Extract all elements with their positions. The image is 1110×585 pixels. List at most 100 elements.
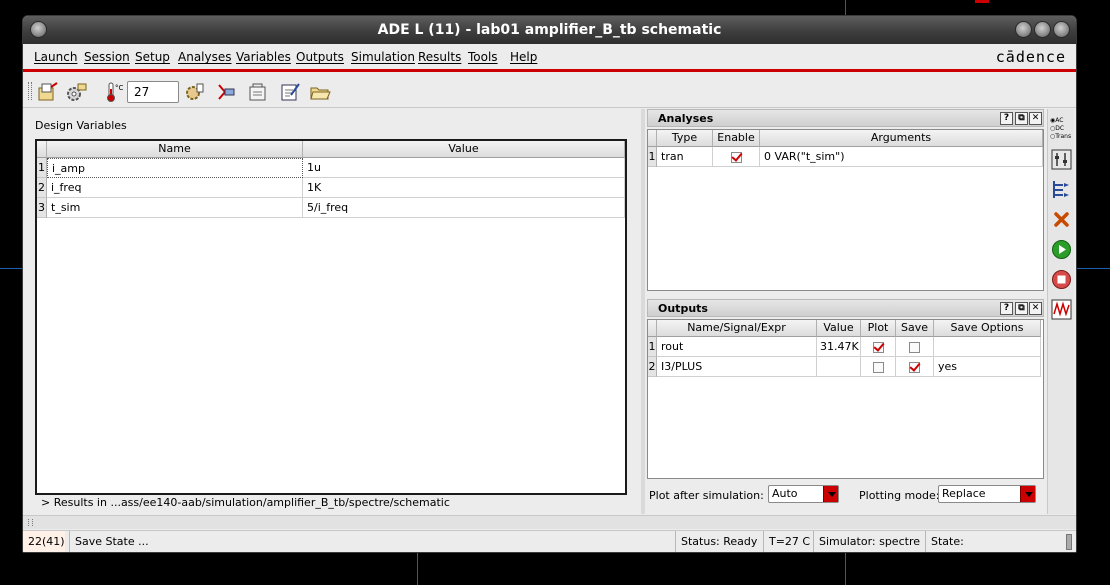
plot-after-simulation-value: Auto [772, 487, 798, 500]
analyses-title: Analyses [658, 112, 714, 125]
design-variables-pane: Design Variables Name Value 1 i_amp 1u 2… [27, 109, 641, 514]
close-panel-icon[interactable]: ✕ [1029, 302, 1042, 315]
output-value-cell[interactable]: 31.47K [817, 337, 861, 357]
probe-icon[interactable] [216, 81, 238, 103]
variable-name-cell[interactable]: t_sim [47, 198, 303, 218]
toolbar-grip[interactable] [28, 82, 32, 100]
menu-outputs[interactable]: Outputs [296, 50, 344, 64]
plotting-mode-select[interactable]: Replace [938, 485, 1036, 503]
menu-session[interactable]: Session [84, 50, 130, 64]
scrollbar-grip[interactable] [28, 519, 33, 526]
save-checkbox[interactable] [909, 341, 920, 353]
column-header-enable[interactable]: Enable [713, 130, 760, 147]
netlist-icon[interactable] [247, 81, 269, 103]
analysis-enable-cell[interactable] [713, 147, 760, 167]
analyses-header: Analyses ? ⧉ ✕ [647, 109, 1044, 127]
maximize-button[interactable] [1034, 21, 1051, 38]
design-variables-table: Name Value 1 i_amp 1u 2 i_freq 1K 3 t_si… [35, 139, 627, 495]
output-plot-cell[interactable] [861, 357, 896, 377]
window-title: ADE L (11) - lab01 amplifier_B_tb schema… [377, 22, 722, 38]
horizontal-scrollbar[interactable] [23, 515, 1076, 529]
stop-simulation-icon[interactable] [1051, 269, 1072, 290]
plot-after-simulation-select[interactable]: Auto [768, 485, 839, 503]
help-icon[interactable]: ? [1000, 112, 1013, 125]
schematic-wire [845, 0, 846, 15]
outputs-header: Outputs ? ⧉ ✕ [647, 299, 1044, 317]
launch-icon[interactable] [37, 81, 59, 103]
column-header-type[interactable]: Type [657, 130, 713, 147]
menu-analyses[interactable]: Analyses [178, 50, 232, 64]
minimize-button[interactable] [1015, 21, 1032, 38]
column-header-name[interactable]: Name [47, 141, 303, 158]
column-header-save-options[interactable]: Save Options [934, 320, 1041, 337]
output-save-cell[interactable] [896, 337, 934, 357]
setup-outputs-icon[interactable] [1051, 179, 1072, 200]
schematic-wire [417, 553, 418, 585]
resize-grip[interactable] [1066, 534, 1072, 550]
help-icon[interactable]: ? [1000, 302, 1013, 315]
menu-setup[interactable]: Setup [135, 50, 170, 64]
schematic-wire [1077, 268, 1110, 269]
column-header-value[interactable]: Value [303, 141, 625, 158]
variable-value-cell[interactable]: 1u [303, 158, 625, 178]
enable-checkbox[interactable] [730, 151, 742, 163]
status-message: Save State ... [69, 531, 669, 552]
plot-waveform-icon[interactable] [1051, 299, 1072, 320]
row-number: 1 [648, 147, 657, 167]
output-save-options-cell[interactable]: yes [934, 357, 1041, 377]
outputs-table: Name/Signal/Expr Value Plot Save Save Op… [647, 319, 1044, 479]
window-menu-button[interactable] [30, 21, 47, 38]
output-save-options-cell[interactable] [934, 337, 1041, 357]
menu-launch[interactable]: Launch [34, 50, 77, 64]
row-number: 3 [37, 198, 47, 218]
design-variables-label: Design Variables [35, 119, 127, 132]
menu-tools[interactable]: Tools [468, 50, 498, 64]
output-name-cell[interactable]: I3/PLUS [657, 357, 817, 377]
column-header-value[interactable]: Value [817, 320, 861, 337]
column-header-name-signal-expr[interactable]: Name/Signal/Expr [657, 320, 817, 337]
run-simulation-icon[interactable] [1051, 239, 1072, 260]
close-panel-icon[interactable]: ✕ [1029, 112, 1042, 125]
output-save-cell[interactable] [896, 357, 934, 377]
plotting-mode-label: Plotting mode: [859, 489, 940, 502]
schematic-marker [975, 0, 989, 3]
delete-icon[interactable] [1051, 209, 1072, 230]
float-panel-icon[interactable]: ⧉ [1015, 112, 1028, 125]
column-header-arguments[interactable]: Arguments [760, 130, 1043, 147]
analysis-arguments-cell[interactable]: 0 VAR("t_sim") [760, 147, 1043, 167]
variable-name-cell[interactable]: i_amp [47, 158, 303, 178]
column-header-rownum [648, 130, 657, 147]
outputs-panel: Outputs ? ⧉ ✕ Name/Signal/Expr Value Plo… [647, 299, 1044, 511]
column-header-rownum [648, 320, 657, 337]
output-value-cell[interactable] [817, 357, 861, 377]
setup-model-icon[interactable] [183, 81, 205, 103]
column-header-plot[interactable]: Plot [861, 320, 896, 337]
temperature-input[interactable]: 27 [127, 81, 179, 103]
menu-simulation[interactable]: Simulation [351, 50, 415, 64]
column-header-save[interactable]: Save [896, 320, 934, 337]
analysis-type-icon[interactable]: ◉AC ○DC ○Trans [1050, 117, 1074, 143]
session-gear-icon[interactable] [65, 81, 87, 103]
close-button[interactable] [1053, 21, 1070, 38]
menu-results[interactable]: Results [418, 50, 461, 64]
save-checkbox[interactable] [909, 361, 920, 373]
menu-help[interactable]: Help [510, 50, 537, 64]
plot-checkbox[interactable] [872, 361, 884, 373]
variable-value-cell[interactable]: 5/i_freq [303, 198, 625, 218]
output-plot-cell[interactable] [861, 337, 896, 357]
edit-note-icon[interactable] [279, 81, 301, 103]
plot-checkbox[interactable] [872, 341, 884, 353]
variable-value-cell[interactable]: 1K [303, 178, 625, 198]
pane-splitter[interactable] [641, 109, 645, 514]
analysis-type-cell[interactable]: tran [657, 147, 713, 167]
menu-bar: Launch Session Setup Analyses Variables … [23, 44, 1076, 69]
open-folder-icon[interactable] [309, 81, 331, 103]
menu-variables[interactable]: Variables [236, 50, 291, 64]
variables-icon[interactable] [1051, 149, 1072, 170]
thermometer-icon[interactable]: °C [103, 81, 125, 103]
output-name-cell[interactable]: rout [657, 337, 817, 357]
row-number: 1 [37, 158, 47, 178]
variable-name-cell[interactable]: i_freq [47, 178, 303, 198]
float-panel-icon[interactable]: ⧉ [1015, 302, 1028, 315]
row-number: 1 [648, 337, 657, 357]
